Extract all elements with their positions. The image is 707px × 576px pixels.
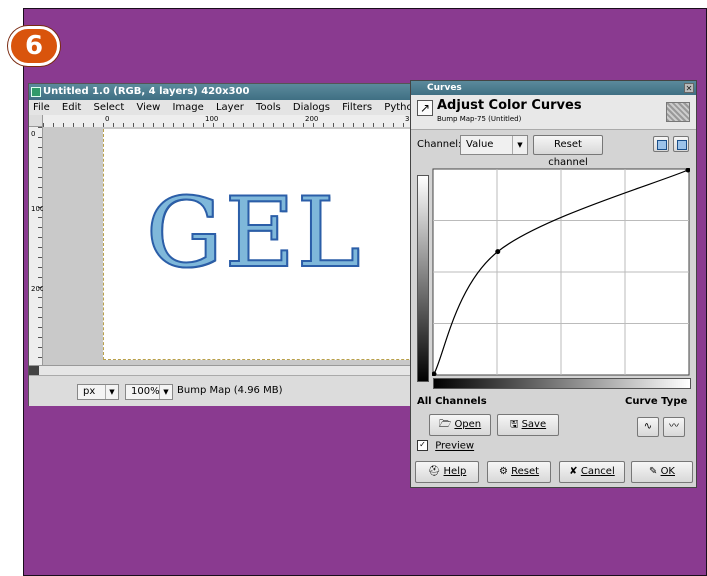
channel-select[interactable]: Value ▼	[460, 135, 528, 155]
menu-image[interactable]: Image	[172, 102, 203, 113]
menu-file[interactable]: File	[33, 102, 50, 113]
linear-histogram-icon[interactable]	[653, 136, 669, 152]
ruler-label: 0	[31, 130, 36, 138]
curves-titlebar[interactable]: Curves ✕	[411, 81, 696, 95]
menu-select[interactable]: Select	[93, 102, 124, 113]
ok-icon: ✎	[648, 466, 658, 477]
menu-layer[interactable]: Layer	[216, 102, 244, 113]
horizontal-gradient-bar	[433, 378, 691, 389]
reset-icon: ⚙	[498, 466, 508, 477]
dialog-subheading: Bump Map-75 (Untitled)	[437, 115, 522, 123]
open-label: Open	[454, 419, 482, 430]
reset-button[interactable]: ⚙ Reset	[487, 461, 551, 483]
menu-tools[interactable]: Tools	[256, 102, 281, 113]
close-icon[interactable]: ✕	[684, 83, 694, 93]
ruler-label: 0	[105, 115, 110, 123]
image-canvas[interactable]: GEL	[103, 129, 424, 360]
chevron-down-icon: ▼	[105, 385, 118, 399]
reset-label: Reset	[511, 466, 540, 477]
channel-label: Channel:	[417, 139, 462, 150]
menu-bar: File Edit Select View Image Layer Tools …	[29, 100, 422, 116]
ruler-label: 100	[205, 115, 219, 123]
cancel-button[interactable]: ✘ Cancel	[559, 461, 625, 483]
dialog-header: ↗ Adjust Color Curves Bump Map-75 (Untit…	[411, 95, 696, 130]
ok-button[interactable]: ✎ OK	[631, 461, 693, 483]
curves-tool-icon: ↗	[417, 100, 433, 116]
image-window-title: Untitled 1.0 (RGB, 4 layers) 420x300	[43, 86, 250, 97]
ruler-label: 200	[305, 115, 319, 123]
reset-channel-button[interactable]: Reset channel	[533, 135, 603, 168]
save-label: Save	[521, 419, 547, 430]
help-button[interactable]: ⛑ Help	[415, 461, 479, 483]
ruler-corner-button[interactable]	[29, 115, 43, 127]
floppy-icon: 🖫	[509, 419, 519, 430]
preview-label: Preview	[435, 440, 475, 452]
zoom-value: 100%	[131, 386, 160, 397]
save-button[interactable]: 🖫 Save	[497, 414, 559, 436]
curves-window-title: Curves	[427, 83, 462, 93]
menu-edit[interactable]: Edit	[62, 102, 81, 113]
smooth-curve-icon: ∿	[643, 421, 653, 432]
unit-value: px	[83, 386, 96, 397]
preview-checkbox[interactable]: ✓	[417, 440, 428, 451]
cancel-icon: ✘	[569, 466, 578, 477]
menu-dialogs[interactable]: Dialogs	[293, 102, 330, 113]
preview-toggle[interactable]: ✓ Preview	[417, 440, 474, 452]
curves-dialog: Curves ✕ ↗ Adjust Color Curves Bump Map-…	[410, 80, 697, 488]
chevron-down-icon: ▼	[159, 385, 172, 399]
unit-select[interactable]: px ▼	[77, 384, 119, 400]
ok-label: OK	[660, 466, 675, 477]
vertical-gradient-bar	[417, 175, 429, 382]
freehand-curve-icon: 〰	[669, 421, 679, 432]
image-window: Untitled 1.0 (RGB, 4 layers) 420x300 Fil…	[28, 83, 424, 406]
freehand-curve-type-button[interactable]: 〰	[663, 417, 685, 437]
canvas-area[interactable]: GEL	[43, 127, 424, 365]
gimp-window-icon	[31, 87, 41, 97]
curve-control-point[interactable]	[495, 249, 501, 255]
folder-icon: 🗁	[438, 419, 452, 430]
menu-view[interactable]: View	[137, 102, 161, 113]
menu-filters[interactable]: Filters	[342, 102, 372, 113]
status-bar: px ▼ 100% ▼ Bump Map (4.96 MB)	[29, 375, 424, 406]
channel-row: Channel: Value ▼ Reset channel	[411, 130, 696, 168]
open-button[interactable]: 🗁 Open	[429, 414, 491, 436]
image-window-titlebar[interactable]: Untitled 1.0 (RGB, 4 layers) 420x300	[29, 84, 422, 100]
channel-value: Value	[466, 139, 494, 150]
canvas-text: GEL	[145, 176, 363, 290]
all-channels-label: All Channels	[417, 396, 487, 407]
cancel-label: Cancel	[580, 466, 615, 477]
help-icon: ⛑	[427, 466, 441, 477]
curve-type-label: Curve Type	[625, 396, 688, 407]
status-text: Bump Map (4.96 MB)	[177, 385, 283, 396]
log-histogram-icon[interactable]	[673, 136, 689, 152]
step-badge: 6	[8, 26, 60, 66]
curve-graph[interactable]	[432, 168, 690, 376]
smooth-curve-type-button[interactable]: ∿	[637, 417, 659, 437]
chevron-down-icon: ▼	[512, 136, 527, 154]
dialog-heading: Adjust Color Curves	[437, 98, 582, 113]
zoom-select[interactable]: 100% ▼	[125, 384, 173, 400]
help-label: Help	[443, 466, 467, 477]
vertical-ruler[interactable]: 0 100 200	[29, 127, 44, 365]
layer-preview-thumbnail	[666, 102, 690, 122]
